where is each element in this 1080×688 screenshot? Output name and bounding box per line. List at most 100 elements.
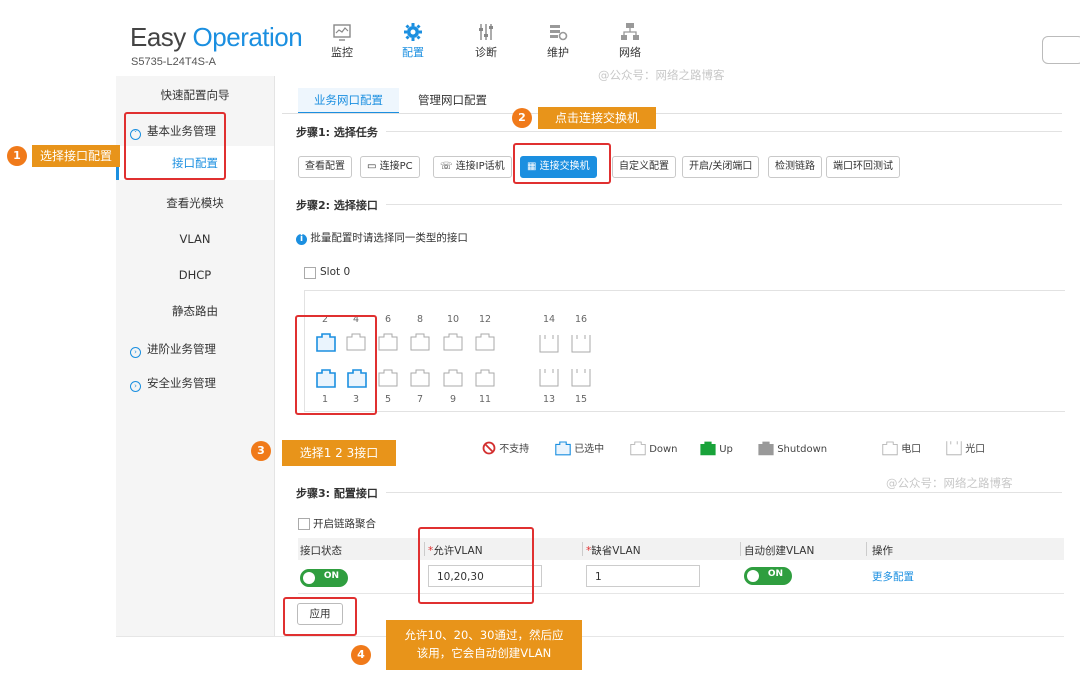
sidebar-group-security[interactable]: › 安全业务管理 — [116, 366, 274, 400]
view-config-button[interactable]: 查看配置 — [298, 156, 352, 178]
check-link-button[interactable]: 检测链路 — [768, 156, 822, 178]
port-6[interactable] — [378, 332, 398, 351]
port-14-fiber[interactable] — [539, 334, 559, 353]
sidebar-item-static-route[interactable]: 静态路由 — [116, 294, 274, 328]
port-number: 8 — [416, 314, 424, 325]
port-number: 11 — [478, 394, 492, 405]
legend-selected-label: 已选中 — [574, 444, 605, 455]
slot-checkbox[interactable] — [304, 267, 316, 279]
batch-hint-text: 批量配置时请选择同一类型的接口 — [310, 232, 468, 244]
annotation-highlight-apply — [283, 597, 357, 636]
port-down-icon — [630, 441, 646, 456]
toggle-text: ON — [767, 569, 783, 579]
info-icon: i — [296, 234, 307, 245]
tab-service-port[interactable]: 业务网口配置 — [298, 88, 399, 114]
port-7[interactable] — [410, 368, 430, 387]
gear-icon — [404, 23, 422, 41]
annotation-label-1: 选择接口配置 — [32, 145, 120, 167]
port-number: 12 — [478, 314, 492, 325]
nav-network-label: 网络 — [619, 46, 641, 59]
nav-diagnose[interactable]: 诊断 — [456, 22, 516, 60]
sliders-icon — [479, 24, 493, 40]
nav-network[interactable]: 网络 — [600, 22, 660, 60]
more-config-link[interactable]: 更多配置 — [872, 569, 914, 584]
col-default-vlan: *缺省VLAN — [586, 543, 641, 558]
port-up-icon — [700, 441, 716, 456]
port-number: 6 — [384, 314, 392, 325]
col-actions: 操作 — [872, 545, 893, 557]
sidebar-item-optical-module[interactable]: 查看光模块 — [116, 186, 274, 220]
port-5[interactable] — [378, 368, 398, 387]
annotation-label-4-line1: 允许10、20、30通过，然后应 — [404, 628, 564, 642]
legend-unsupported-label: 不支持 — [499, 444, 530, 455]
divider — [866, 542, 867, 556]
step3-title: 步骤3: 配置接口 — [296, 487, 378, 500]
port-9[interactable] — [443, 368, 463, 387]
monitor-icon — [333, 24, 351, 41]
legend-selected: 已选中 — [555, 440, 604, 456]
col-port-status: 接口状态 — [300, 545, 342, 557]
sidebar-group-advanced[interactable]: › 进阶业务管理 — [116, 332, 274, 366]
legend-up-label: Up — [719, 444, 733, 455]
sidebar-item-vlan[interactable]: VLAN — [116, 222, 274, 256]
annotation-highlight-1 — [124, 112, 226, 180]
connect-pc-button[interactable]: ▭ 连接PC — [360, 156, 420, 178]
annotation-number-1: 1 — [7, 146, 27, 166]
tab-mgmt-port[interactable]: 管理网口配置 — [402, 88, 503, 112]
legend-fiber-label: 光口 — [965, 444, 986, 455]
sidebar-group-security-label: 安全业务管理 — [147, 376, 216, 390]
divider — [386, 204, 1062, 205]
nav-monitor[interactable]: 监控 — [312, 22, 372, 60]
copper-port-icon — [882, 441, 898, 456]
unsupported-icon — [482, 441, 496, 455]
port-12[interactable] — [475, 332, 495, 351]
connect-pc-label: 连接PC — [379, 161, 413, 172]
nav-maintain[interactable]: 维护 — [528, 22, 588, 60]
step1-title: 步骤1: 选择任务 — [296, 126, 378, 139]
annotation-label-4-line2: 该用，它会自动创建VLAN — [416, 646, 552, 660]
annotation-highlight-4 — [418, 527, 534, 604]
watermark: @公众号：网络之路博客 — [886, 476, 1013, 490]
annotation-number-2: 2 — [512, 108, 532, 128]
fiber-port-icon — [946, 441, 962, 456]
link-agg-label: 开启链路聚合 — [313, 518, 376, 530]
sidebar-group-advanced-label: 进阶业务管理 — [147, 342, 216, 356]
port-11[interactable] — [475, 368, 495, 387]
port-15-fiber[interactable] — [571, 368, 591, 387]
legend-copper: 电口 — [882, 440, 921, 456]
port-10[interactable] — [443, 332, 463, 351]
step2-title: 步骤2: 选择接口 — [296, 199, 378, 212]
device-model: S5735-L24T4S-A — [131, 56, 216, 68]
nav-maintain-label: 维护 — [547, 46, 569, 59]
toggle-knob — [747, 570, 759, 582]
divider — [298, 593, 1064, 594]
legend-down-label: Down — [649, 444, 678, 455]
divider — [582, 542, 583, 556]
link-agg-checkbox[interactable] — [298, 518, 310, 530]
port-13-fiber[interactable] — [539, 368, 559, 387]
divider — [386, 492, 1062, 493]
watermark: @公众号：网络之路博客 — [598, 68, 725, 82]
annotation-number-4: 4 — [351, 645, 371, 665]
connect-ip-phone-button[interactable]: ☏ 连接IP话机 — [433, 156, 512, 178]
tab-divider — [282, 113, 1062, 114]
port-8[interactable] — [410, 332, 430, 351]
phone-icon: ☏ — [440, 161, 456, 172]
port-number: 7 — [416, 394, 424, 405]
custom-config-button[interactable]: 自定义配置 — [612, 156, 676, 178]
toggle-port-button[interactable]: 开启/关闭端口 — [682, 156, 760, 178]
sidebar-item-quick-wizard[interactable]: 快速配置向导 — [116, 78, 274, 112]
toggle-text: ON — [323, 571, 339, 581]
port-status-toggle[interactable]: ON — [300, 569, 348, 587]
legend-copper-label: 电口 — [901, 444, 922, 455]
port-selected-icon — [555, 441, 571, 456]
nav-monitor-label: 监控 — [331, 46, 353, 59]
loopback-test-button[interactable]: 端口环回测试 — [826, 156, 900, 178]
port-16-fiber[interactable] — [571, 334, 591, 353]
auto-create-vlan-toggle[interactable]: ON — [744, 567, 792, 585]
sidebar-item-dhcp[interactable]: DHCP — [116, 258, 274, 292]
default-vlan-input[interactable]: 1 — [586, 565, 700, 587]
legend-shutdown: Shutdown — [758, 440, 827, 456]
user-menu-button[interactable] — [1042, 36, 1080, 64]
nav-config[interactable]: 配置 — [383, 22, 443, 60]
